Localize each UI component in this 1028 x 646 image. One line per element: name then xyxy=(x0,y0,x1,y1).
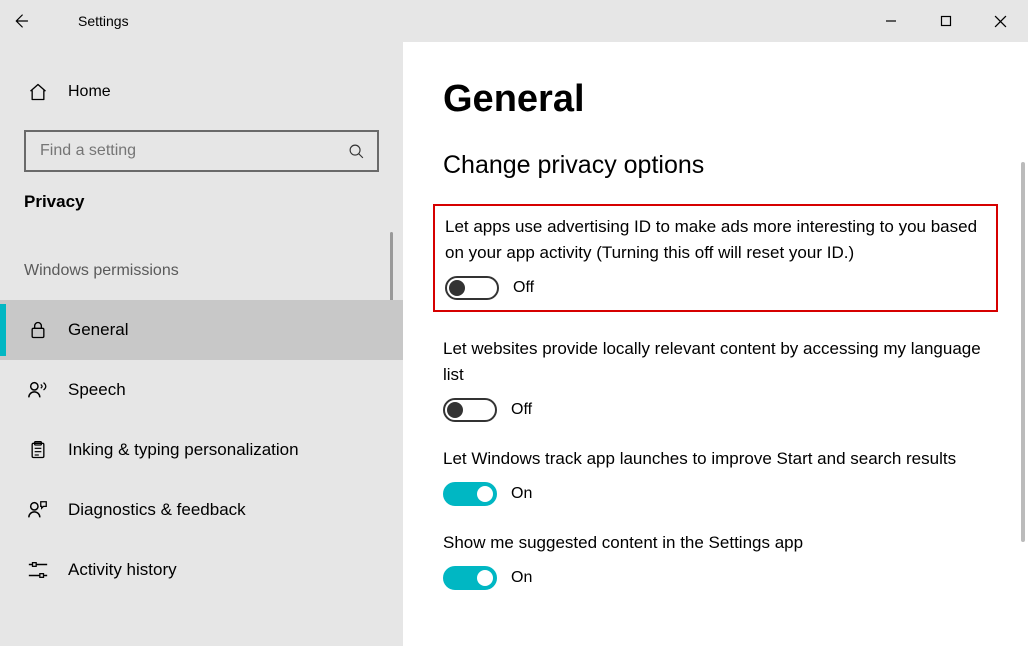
sidebar-item-label: Activity history xyxy=(68,560,177,580)
minimize-button[interactable] xyxy=(863,0,918,42)
close-icon xyxy=(994,15,1007,28)
search-icon xyxy=(348,143,365,160)
setting-text: Let Windows track app launches to improv… xyxy=(443,446,983,472)
sidebar-item-speech[interactable]: Speech xyxy=(0,360,403,420)
window-controls xyxy=(863,0,1028,42)
sidebar-item-home[interactable]: Home xyxy=(0,62,403,122)
nav-list: General Speech xyxy=(0,300,403,600)
toggle-switch[interactable] xyxy=(445,276,499,300)
search-input[interactable] xyxy=(24,130,379,172)
section-label: Windows permissions xyxy=(0,262,403,280)
search-field[interactable] xyxy=(38,141,348,161)
content-pane: General Change privacy options Let apps … xyxy=(403,42,1028,646)
sidebar-item-label: Diagnostics & feedback xyxy=(68,500,246,520)
home-icon xyxy=(24,82,52,102)
timeline-icon xyxy=(24,559,52,581)
setting-suggested-content: Show me suggested content in the Setting… xyxy=(443,530,988,590)
window-title: Settings xyxy=(78,13,129,29)
toggle-row: Off xyxy=(445,276,986,300)
setting-app-launches: Let Windows track app launches to improv… xyxy=(443,446,988,506)
scrollbar-thumb[interactable] xyxy=(1021,162,1025,542)
search-wrap xyxy=(24,130,379,172)
toggle-row: On xyxy=(443,482,988,506)
toggle-state-label: Off xyxy=(511,401,532,419)
feedback-icon xyxy=(24,499,52,521)
toggle-state-label: Off xyxy=(513,279,534,297)
page-title: General xyxy=(443,78,988,121)
maximize-icon xyxy=(940,15,952,27)
section-title: Change privacy options xyxy=(443,151,988,180)
sidebar-item-inking[interactable]: Inking & typing personalization xyxy=(0,420,403,480)
toggle-switch[interactable] xyxy=(443,398,497,422)
sidebar-item-label: Home xyxy=(68,83,111,101)
sidebar-item-label: Inking & typing personalization xyxy=(68,440,299,460)
setting-text: Let apps use advertising ID to make ads … xyxy=(445,214,985,266)
setting-language-list: Let websites provide locally relevant co… xyxy=(443,336,988,422)
sidebar-item-label: Speech xyxy=(68,380,126,400)
toggle-state-label: On xyxy=(511,569,532,587)
minimize-icon xyxy=(885,15,897,27)
sidebar-item-label: General xyxy=(68,320,128,340)
lock-icon xyxy=(24,320,52,340)
speech-icon xyxy=(24,379,52,401)
back-icon xyxy=(11,12,29,30)
setting-text: Show me suggested content in the Setting… xyxy=(443,530,983,556)
sidebar-item-activity[interactable]: Activity history xyxy=(0,540,403,600)
sidebar-item-general[interactable]: General xyxy=(0,300,403,360)
maximize-button[interactable] xyxy=(918,0,973,42)
clipboard-icon xyxy=(24,440,52,460)
category-label: Privacy xyxy=(0,192,403,212)
toggle-switch[interactable] xyxy=(443,566,497,590)
settings-window: Settings xyxy=(0,0,1028,646)
toggle-row: Off xyxy=(443,398,988,422)
titlebar: Settings xyxy=(0,0,1028,42)
setting-text: Let websites provide locally relevant co… xyxy=(443,336,983,388)
setting-advertising-id: Let apps use advertising ID to make ads … xyxy=(433,204,998,312)
close-button[interactable] xyxy=(973,0,1028,42)
toggle-row: On xyxy=(443,566,988,590)
sidebar-item-diagnostics[interactable]: Diagnostics & feedback xyxy=(0,480,403,540)
sidebar: Home Privacy Windows permissions xyxy=(0,42,403,646)
back-button[interactable] xyxy=(0,12,40,30)
scrollbar[interactable] xyxy=(1018,42,1025,646)
toggle-switch[interactable] xyxy=(443,482,497,506)
body: Home Privacy Windows permissions xyxy=(0,42,1028,646)
toggle-state-label: On xyxy=(511,485,532,503)
